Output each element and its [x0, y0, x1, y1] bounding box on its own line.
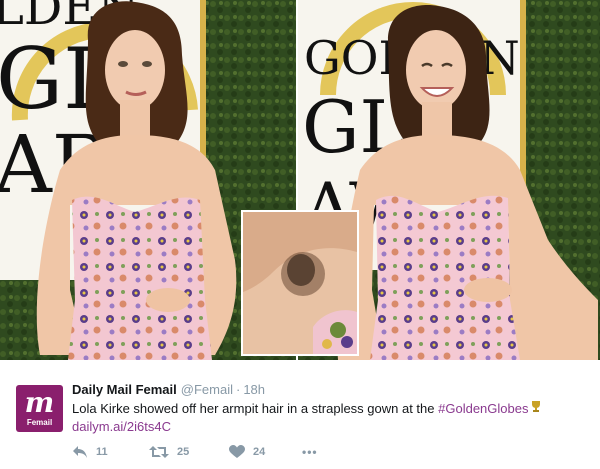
- retweet-count: 25: [177, 446, 190, 458]
- author-name[interactable]: Daily Mail Femail: [72, 382, 177, 397]
- heart-icon: [229, 445, 245, 458]
- retweet-button[interactable]: 25: [149, 444, 189, 460]
- avatar[interactable]: m Femail: [16, 385, 63, 432]
- like-button[interactable]: 24: [229, 444, 265, 460]
- tweet-photo[interactable]: LDEN GLO AR: [0, 0, 600, 360]
- retweet-icon: [149, 446, 169, 458]
- tweet-url-link[interactable]: dailym.ai/2i6ts4C: [72, 418, 171, 435]
- header-separator: ·: [235, 382, 241, 397]
- trophy-icon: [531, 400, 541, 419]
- more-icon: •••: [302, 445, 318, 459]
- tweet-body: Lola Kirke showed off her armpit hair in…: [72, 401, 435, 416]
- author-handle[interactable]: @Femail: [181, 382, 233, 397]
- armpit-closeup-inset: [241, 210, 359, 356]
- reply-count: 11: [96, 446, 108, 458]
- tweet-text: Lola Kirke showed off her armpit hair in…: [72, 400, 592, 419]
- like-count: 24: [253, 446, 266, 458]
- avatar-logo-label: Femail: [26, 418, 53, 427]
- hashtag-link[interactable]: #GoldenGlobes: [438, 401, 528, 416]
- tweet-timestamp[interactable]: 18h: [243, 382, 265, 397]
- reply-icon: [73, 446, 87, 458]
- tweet-header: Daily Mail Femail @Femail · 18h: [72, 381, 265, 399]
- more-options-button[interactable]: •••: [302, 444, 318, 460]
- avatar-logo-mark: m: [24, 386, 55, 419]
- reply-button[interactable]: 11: [72, 444, 108, 460]
